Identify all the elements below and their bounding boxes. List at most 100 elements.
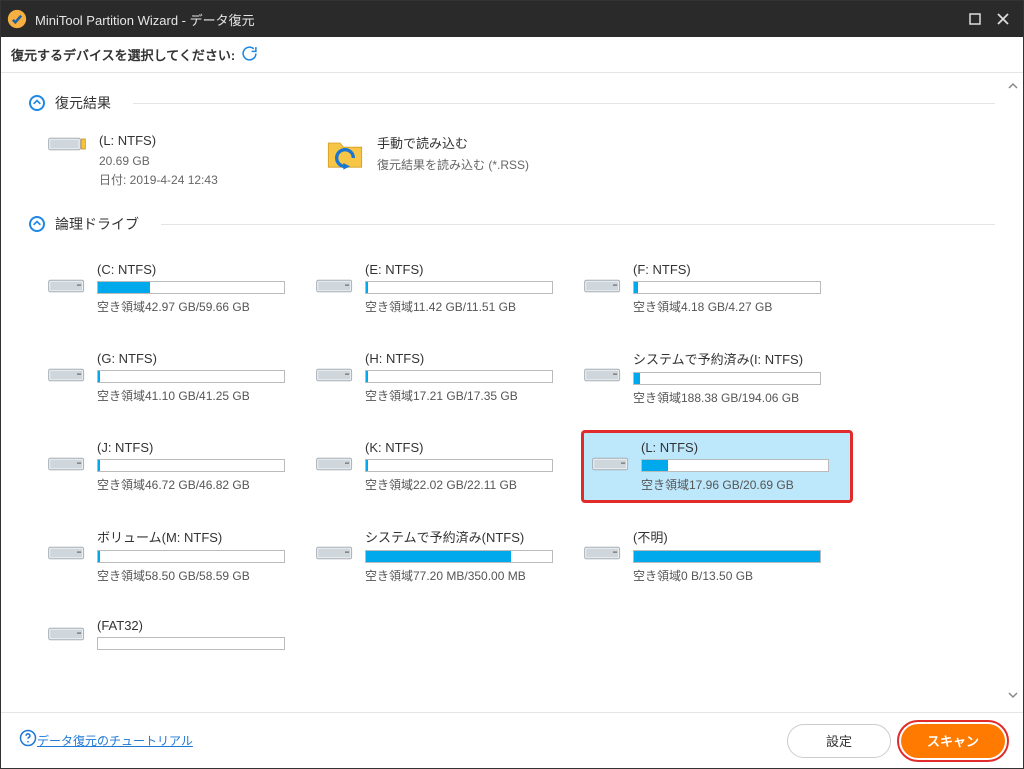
drive-name: (H: NTFS) xyxy=(365,351,571,366)
collapse-toggle[interactable] xyxy=(29,95,45,111)
disk-icon xyxy=(47,453,87,480)
usage-bar xyxy=(97,281,285,294)
refresh-icon[interactable] xyxy=(241,45,258,65)
usage-bar xyxy=(365,459,553,472)
drive-space: 空き領域4.18 GB/4.27 GB xyxy=(633,298,839,315)
app-icon xyxy=(7,9,27,29)
disk-icon xyxy=(47,542,87,569)
usage-bar xyxy=(365,370,553,383)
disk-icon xyxy=(315,364,355,391)
drive-item[interactable]: システムで予約済み(I: NTFS) 空き領域188.38 GB/194.06 G… xyxy=(583,341,851,414)
app-title: MiniTool Partition Wizard - データ復元 xyxy=(35,10,255,29)
drive-name: (J: NTFS) xyxy=(97,440,303,455)
close-button[interactable] xyxy=(989,5,1017,33)
disk-icon xyxy=(315,542,355,569)
drive-name: (K: NTFS) xyxy=(365,440,571,455)
help-icon xyxy=(19,729,37,752)
section-header: 論理ドライブ xyxy=(29,214,995,234)
select-label: 復元するデバイスを選択してください: xyxy=(11,45,235,64)
disk-icon xyxy=(47,364,87,391)
disk-icon xyxy=(583,364,623,391)
restore-result-item[interactable]: (L: NTFS) 20.69 GB 日付: 2019-4-24 12:43 xyxy=(47,133,277,190)
section-header: 復元結果 xyxy=(29,93,995,113)
footer: データ復元のチュートリアル 設定 スキャン xyxy=(1,712,1023,768)
manual-sub: 復元結果を読み込む (*.RSS) xyxy=(377,156,529,175)
usage-bar xyxy=(97,459,285,472)
drive-space: 空き領域11.42 GB/11.51 GB xyxy=(365,298,571,315)
usage-bar xyxy=(633,372,821,385)
section-logical-drives: 論理ドライブ (C: NTFS)空き領域42.97 GB/59.66 GB(E:… xyxy=(29,214,995,662)
maximize-button[interactable] xyxy=(961,5,989,33)
drive-name: (FAT32) xyxy=(97,618,303,633)
disk-icon xyxy=(583,275,623,302)
collapse-toggle[interactable] xyxy=(29,216,45,232)
manual-load-item[interactable]: 手動で読み込む 復元結果を読み込む (*.RSS) xyxy=(325,133,529,178)
usage-bar xyxy=(633,281,821,294)
content-area: 復元結果 (L: NTFS) 20.69 GB 日付: 2019-4-24 12… xyxy=(1,73,1023,712)
section-title: 論理ドライブ xyxy=(55,214,139,234)
drive-space: 空き領域17.96 GB/20.69 GB xyxy=(641,476,839,493)
disk-icon xyxy=(47,623,87,650)
drive-item[interactable]: ボリューム(M: NTFS) 空き領域58.50 GB/58.59 GB xyxy=(47,519,315,592)
scroll-down-icon[interactable] xyxy=(1007,688,1019,706)
usage-bar xyxy=(365,281,553,294)
disk-icon xyxy=(315,275,355,302)
usage-bar xyxy=(633,550,821,563)
result-name: (L: NTFS) xyxy=(99,133,218,148)
drive-item[interactable]: (K: NTFS) 空き領域22.02 GB/22.11 GB xyxy=(315,432,583,501)
disk-icon xyxy=(315,453,355,480)
section-restore-result: 復元結果 (L: NTFS) 20.69 GB 日付: 2019-4-24 12… xyxy=(29,93,995,190)
drive-space: 空き領域77.20 MB/350.00 MB xyxy=(365,567,571,584)
settings-button[interactable]: 設定 xyxy=(787,724,891,758)
result-size: 20.69 GB xyxy=(99,152,218,171)
drive-name: (不明) xyxy=(633,527,839,546)
divider xyxy=(161,224,995,225)
drive-item[interactable]: (F: NTFS) 空き領域4.18 GB/4.27 GB xyxy=(583,254,851,323)
titlebar: MiniTool Partition Wizard - データ復元 xyxy=(1,1,1023,37)
drive-grid: (C: NTFS)空き領域42.97 GB/59.66 GB (E: NTFS) 空… xyxy=(29,254,995,662)
drive-item[interactable]: (E: NTFS) 空き領域11.42 GB/11.51 GB xyxy=(315,254,583,323)
device-select-row: 復元するデバイスを選択してください: xyxy=(1,37,1023,73)
drive-item[interactable]: (FAT32) xyxy=(47,610,315,662)
drive-item[interactable]: (C: NTFS)空き領域42.97 GB/59.66 GB xyxy=(47,254,315,323)
drive-name: (E: NTFS) xyxy=(365,262,571,277)
drive-item[interactable]: (L: NTFS) 空き領域17.96 GB/20.69 GB xyxy=(583,432,851,501)
drive-name: ボリューム(M: NTFS) xyxy=(97,527,303,546)
drive-space: 空き領域22.02 GB/22.11 GB xyxy=(365,476,571,493)
disk-icon xyxy=(47,275,87,302)
section-title: 復元結果 xyxy=(55,93,111,113)
app-window: MiniTool Partition Wizard - データ復元 復元するデバ… xyxy=(0,0,1024,769)
result-date: 日付: 2019-4-24 12:43 xyxy=(99,171,218,190)
disk-icon xyxy=(591,453,631,480)
drive-name: (L: NTFS) xyxy=(641,440,839,455)
drive-name: (G: NTFS) xyxy=(97,351,303,366)
divider xyxy=(133,103,995,104)
drive-space: 空き領域41.10 GB/41.25 GB xyxy=(97,387,303,404)
drive-space: 空き領域58.50 GB/58.59 GB xyxy=(97,567,303,584)
usage-bar xyxy=(365,550,553,563)
drive-space: 空き領域46.72 GB/46.82 GB xyxy=(97,476,303,493)
folder-import-icon xyxy=(325,133,365,178)
drive-item[interactable]: (H: NTFS) 空き領域17.21 GB/17.35 GB xyxy=(315,341,583,414)
drive-space: 空き領域0 B/13.50 GB xyxy=(633,567,839,584)
manual-title: 手動で読み込む xyxy=(377,133,529,152)
drive-name: システムで予約済み(I: NTFS) xyxy=(633,349,839,368)
drive-space: 空き領域17.21 GB/17.35 GB xyxy=(365,387,571,404)
drive-space: 空き領域188.38 GB/194.06 GB xyxy=(633,389,839,406)
scan-button[interactable]: スキャン xyxy=(901,724,1005,758)
usage-bar xyxy=(641,459,829,472)
usage-bar xyxy=(97,370,285,383)
drive-item[interactable]: (不明) 空き領域0 B/13.50 GB xyxy=(583,519,851,592)
usage-bar xyxy=(97,637,285,650)
tutorial-link[interactable]: データ復元のチュートリアル xyxy=(37,732,193,749)
disk-icon xyxy=(583,542,623,569)
disk-icon xyxy=(47,133,87,160)
drive-name: (C: NTFS) xyxy=(97,262,303,277)
drive-item[interactable]: システムで予約済み(NTFS) 空き領域77.20 MB/350.00 MB xyxy=(315,519,583,592)
drive-item[interactable]: (J: NTFS) 空き領域46.72 GB/46.82 GB xyxy=(47,432,315,501)
scroll-up-icon[interactable] xyxy=(1007,79,1019,97)
drive-item[interactable]: (G: NTFS) 空き領域41.10 GB/41.25 GB xyxy=(47,341,315,414)
drive-name: (F: NTFS) xyxy=(633,262,839,277)
usage-bar xyxy=(97,550,285,563)
drive-name: システムで予約済み(NTFS) xyxy=(365,527,571,546)
